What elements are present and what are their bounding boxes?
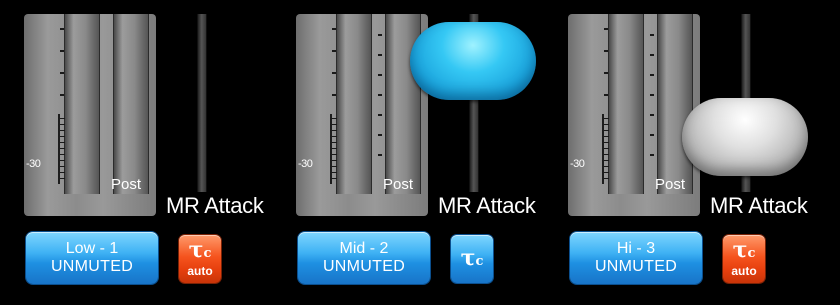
band-status: UNMUTED: [594, 258, 678, 275]
meter-scale-fine-ticks: [58, 114, 68, 184]
meter-scale-right-ticks: [378, 14, 384, 194]
meter-bar-pre: [64, 14, 100, 194]
time-constant-button[interactable]: τc auto: [179, 235, 221, 283]
band-low-1: -30 Post MR Attack Low - 1 UNMUTED τc au…: [0, 0, 272, 305]
meter-scale-label: -30: [26, 158, 41, 170]
band-status: UNMUTED: [322, 258, 406, 275]
band-status: UNMUTED: [50, 258, 134, 275]
band-mid-2: -30 Post MR Attack Mid - 2 UNMUTED τc: [272, 0, 544, 305]
tau-icon: τc: [460, 245, 484, 271]
meter-bar-post: [113, 14, 149, 194]
meter-scale-fine-ticks: [330, 114, 340, 184]
tau-icon: τc: [732, 237, 756, 263]
level-meter: -30 Post: [568, 14, 700, 216]
meter-scale-label: -30: [570, 158, 585, 170]
mr-attack-label: MR Attack: [166, 193, 264, 218]
band-mute-button-mid-2[interactable]: Mid - 2 UNMUTED: [298, 232, 430, 284]
meter-scale-fine-ticks: [602, 114, 612, 184]
tau-auto-label: auto: [731, 264, 757, 278]
level-meter: -30 Post: [24, 14, 156, 216]
post-label: Post: [383, 176, 414, 193]
meter-scale-label: -30: [298, 158, 313, 170]
tau-auto-label: auto: [187, 264, 213, 278]
band-name: Hi - 3: [616, 240, 656, 257]
post-label: Post: [655, 176, 686, 193]
attack-fader-track[interactable]: [197, 14, 207, 192]
band-mute-button-low-1[interactable]: Low - 1 UNMUTED: [26, 232, 158, 284]
time-constant-button[interactable]: τc auto: [723, 235, 765, 283]
level-meter: -30 Post: [296, 14, 428, 216]
band-name: Mid - 2: [339, 240, 389, 257]
attack-fader-knob[interactable]: [410, 22, 536, 100]
mr-attack-label: MR Attack: [710, 193, 808, 218]
mr-attack-label: MR Attack: [438, 193, 536, 218]
meter-bar-pre: [608, 14, 644, 194]
post-label: Post: [111, 176, 142, 193]
band-hi-3: -30 Post MR Attack Hi - 3 UNMUTED τc aut…: [544, 0, 816, 305]
tau-icon: τc: [188, 237, 212, 263]
band-mute-button-hi-3[interactable]: Hi - 3 UNMUTED: [570, 232, 702, 284]
time-constant-button[interactable]: τc: [451, 235, 493, 283]
meter-scale-right-ticks: [650, 14, 656, 194]
attack-fader-knob[interactable]: [682, 98, 808, 176]
meter-bar-pre: [336, 14, 372, 194]
meter-bar-post: [657, 14, 693, 194]
band-name: Low - 1: [65, 240, 119, 257]
